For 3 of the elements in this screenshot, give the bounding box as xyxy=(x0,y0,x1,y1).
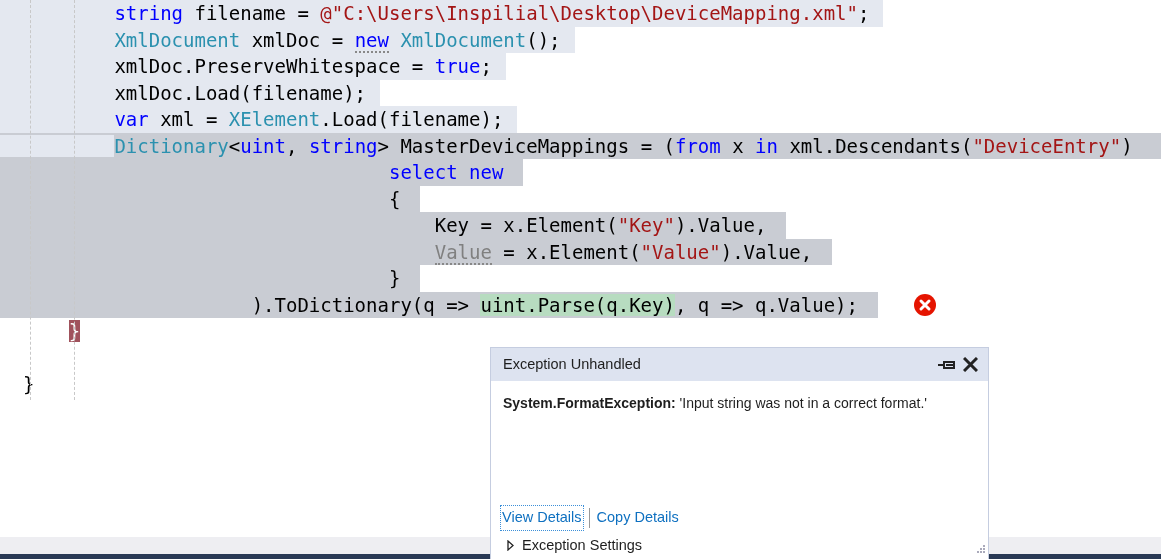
popup-title: Exception Unhandled xyxy=(503,354,641,374)
exception-message: System.FormatException: 'Input string was not in a correct format.' xyxy=(502,394,928,413)
code-line: } xyxy=(21,372,35,397)
